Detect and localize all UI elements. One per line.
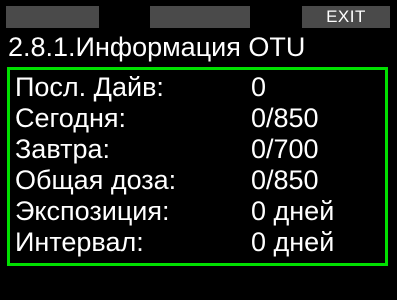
total-dose-row: Общая доза: 0/850 bbox=[15, 165, 383, 196]
total-dose-label: Общая доза: bbox=[15, 165, 177, 195]
interval-label: Интервал: bbox=[15, 227, 144, 257]
interval-value: 0 дней bbox=[251, 227, 335, 257]
exposure-row: Экспозиция: 0 дней bbox=[15, 196, 383, 227]
today-label: Сегодня: bbox=[15, 103, 126, 133]
last-dive-label: Посл. Дайв: bbox=[15, 72, 164, 102]
page-title: 2.8.1.Информация OTU bbox=[8, 32, 306, 62]
last-dive-row: Посл. Дайв: 0 bbox=[15, 72, 383, 103]
total-dose-value: 0/850 bbox=[251, 165, 319, 195]
exposure-value: 0 дней bbox=[251, 196, 335, 226]
exposure-label: Экспозиция: bbox=[15, 196, 170, 226]
last-dive-value: 0 bbox=[251, 72, 267, 102]
tomorrow-label: Завтра: bbox=[15, 134, 110, 164]
softkey-middle[interactable] bbox=[150, 6, 250, 28]
exit-softkey[interactable]: EXIT bbox=[302, 6, 390, 28]
today-row: Сегодня: 0/850 bbox=[15, 103, 383, 134]
today-value: 0/850 bbox=[251, 103, 319, 133]
interval-row: Интервал: 0 дней bbox=[15, 227, 383, 258]
otu-info-panel: Посл. Дайв: 0 Сегодня: 0/850 Завтра: 0/7… bbox=[7, 67, 388, 266]
softkey-left[interactable] bbox=[6, 6, 99, 28]
tomorrow-value: 0/700 bbox=[251, 134, 319, 164]
tomorrow-row: Завтра: 0/700 bbox=[15, 134, 383, 165]
